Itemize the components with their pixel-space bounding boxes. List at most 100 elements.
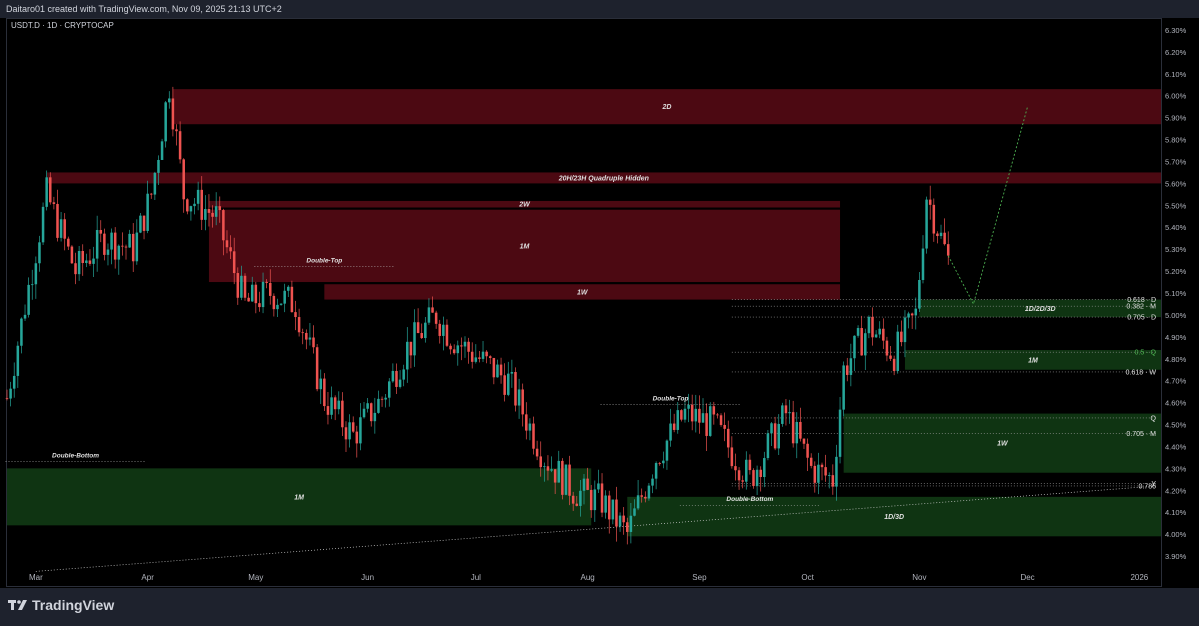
candle-body [867, 316, 871, 334]
zone-label: 2W [518, 202, 531, 209]
candle-body [557, 460, 561, 483]
candle-body [698, 408, 701, 423]
candle-body [81, 251, 84, 264]
y-tick-label: 6.30% [1165, 26, 1187, 35]
candle-body [290, 286, 294, 313]
candle-body [575, 503, 579, 506]
candle-body [892, 358, 896, 371]
zone-label: 1D/3D [884, 514, 904, 521]
candle-body [157, 159, 160, 173]
candle-body [27, 284, 30, 315]
candle-body [820, 464, 824, 468]
candle-body [207, 209, 211, 213]
candle-body [452, 349, 456, 354]
candle-body [564, 464, 568, 495]
candle-body [907, 313, 910, 318]
candle-body [647, 485, 651, 499]
candle-body [236, 273, 240, 298]
candle-body [835, 456, 838, 487]
candle-body [135, 232, 139, 262]
y-tick-label: 6.20% [1165, 48, 1187, 57]
candle-body [99, 229, 103, 234]
candle-body [359, 417, 362, 444]
candle-body [323, 378, 326, 407]
candle-body [885, 340, 889, 356]
candle-body [175, 129, 178, 132]
candle-body [712, 406, 716, 415]
candle-body [470, 351, 474, 362]
candle-body [186, 199, 189, 212]
candle-body [128, 233, 131, 248]
candle-body [438, 323, 442, 336]
candle-body [182, 159, 185, 200]
candle-body [827, 475, 831, 476]
y-tick-label: 4.00% [1165, 530, 1187, 539]
candle-body [74, 263, 77, 275]
candle-body [20, 318, 23, 346]
candle-body [164, 102, 167, 142]
candle-body [214, 206, 218, 217]
candle-body [391, 370, 395, 382]
candle-body [752, 470, 755, 486]
candle-body [232, 251, 236, 274]
candle-body [315, 347, 319, 390]
candle-body [301, 332, 304, 334]
candle-body [763, 458, 766, 478]
tradingview-logo-icon [8, 600, 27, 610]
candle-body [377, 398, 380, 413]
zone-label: 1W [577, 289, 589, 296]
candle-body [604, 495, 607, 513]
annotation-label: Double-Top [306, 257, 342, 264]
candle-body [488, 356, 492, 358]
candle-body [806, 443, 809, 458]
y-tick-label: 5.20% [1165, 267, 1187, 276]
candle-body [662, 460, 665, 464]
candle-body [211, 212, 214, 217]
y-tick-label: 4.70% [1165, 377, 1187, 386]
candle-body [503, 375, 506, 395]
brand[interactable]: TradingView [8, 597, 114, 613]
candle-body [730, 447, 734, 467]
candle-body [611, 499, 615, 520]
candle-body [687, 404, 690, 409]
candle-body [160, 141, 164, 160]
y-tick-label: 5.80% [1165, 136, 1187, 145]
candle-body [456, 345, 460, 354]
candle-body [388, 381, 391, 398]
candle-body [882, 328, 885, 341]
y-tick-label: 4.20% [1165, 486, 1187, 495]
candle-body [146, 193, 149, 231]
candle-body [121, 245, 124, 247]
candle-body [874, 334, 878, 338]
candle-body [369, 403, 373, 422]
fib-label: 0.786 [1138, 483, 1156, 490]
candle-body [59, 219, 63, 238]
candle-body [272, 295, 276, 310]
candle-body [92, 258, 95, 264]
candle-body [719, 415, 723, 425]
candle-body [95, 229, 99, 259]
candle-body [67, 238, 70, 247]
candle-body [196, 189, 200, 204]
candle-body [701, 413, 705, 423]
candle-body [77, 251, 81, 275]
candle-body [860, 328, 863, 356]
candle-body [9, 388, 12, 399]
candle-body [921, 248, 925, 280]
candle-body [932, 204, 936, 234]
candle-body [297, 317, 301, 333]
candle-body [395, 370, 398, 387]
candle-body [52, 202, 56, 204]
candle-body [424, 322, 427, 339]
candle-body [896, 331, 900, 371]
candle-body [568, 464, 571, 496]
candle-body [409, 341, 413, 356]
candle-body [70, 246, 74, 264]
price-chart[interactable]: 2D 20H/23H Quadruple Hidden 2W 1M 1W 1D/2D/3D… [0, 0, 1199, 588]
candle-body [838, 409, 842, 457]
candle-body [626, 522, 629, 532]
candle-body [543, 466, 546, 468]
candle-body [705, 413, 708, 436]
candle-body [496, 364, 499, 378]
candle-body [507, 373, 510, 395]
